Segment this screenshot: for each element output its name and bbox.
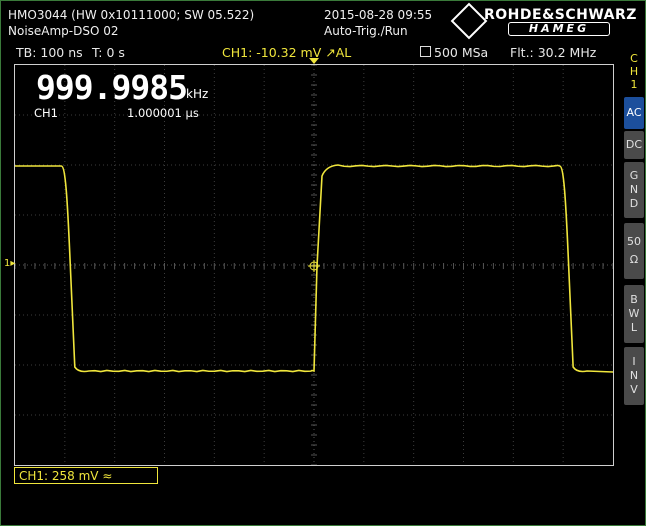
period-readout: 1.000001 µs xyxy=(127,106,199,120)
filter-info[interactable]: Flt.: 30.2 MHz xyxy=(510,45,596,60)
frequency-readout: 999.9985 xyxy=(36,68,188,107)
coupling-gnd-button[interactable]: G N D xyxy=(624,162,644,218)
trigger-level[interactable]: CH1: -10.32 mV ↗AL xyxy=(222,45,351,60)
waveform-plot[interactable] xyxy=(15,65,613,465)
frequency-unit: kHz xyxy=(186,87,209,101)
time-offset[interactable]: T: 0 s xyxy=(92,45,125,60)
scope-display[interactable] xyxy=(14,64,614,466)
brand-top: ROHDE&SCHWARZ xyxy=(484,7,637,23)
sample-rate[interactable]: 500 MSa xyxy=(434,45,488,60)
timebase[interactable]: TB: 100 ns xyxy=(16,45,83,60)
device-name: NoiseAmp-DSO 02 xyxy=(8,24,119,38)
datetime: 2015-08-28 09:55 xyxy=(324,8,433,22)
ch1-ground-marker[interactable]: 1▸ xyxy=(4,258,15,269)
measurement-channel: CH1 xyxy=(34,106,58,120)
acquire-icon xyxy=(420,46,431,57)
bandwidth-limit-button[interactable]: B W L xyxy=(624,285,644,343)
coupling-dc-button[interactable]: DC xyxy=(624,131,644,159)
coupling-ac-button[interactable]: AC xyxy=(624,97,644,129)
trigger-crosshair-icon xyxy=(308,260,320,272)
impedance-50-ohm-button[interactable]: 50 Ω xyxy=(624,223,644,279)
trigger-mode: Auto-Trig./Run xyxy=(324,24,408,38)
invert-button[interactable]: I N V xyxy=(624,347,644,405)
device-info: HMO3044 (HW 0x10111000; SW 05.522) xyxy=(8,8,255,22)
arrow-right-icon: ▸ xyxy=(10,258,16,269)
brand-bottom: HAMEG xyxy=(508,22,610,36)
ch1-settings-box[interactable]: CH1: 258 mV ≈ xyxy=(14,467,158,484)
side-menu-title: C H 1 xyxy=(629,52,639,91)
